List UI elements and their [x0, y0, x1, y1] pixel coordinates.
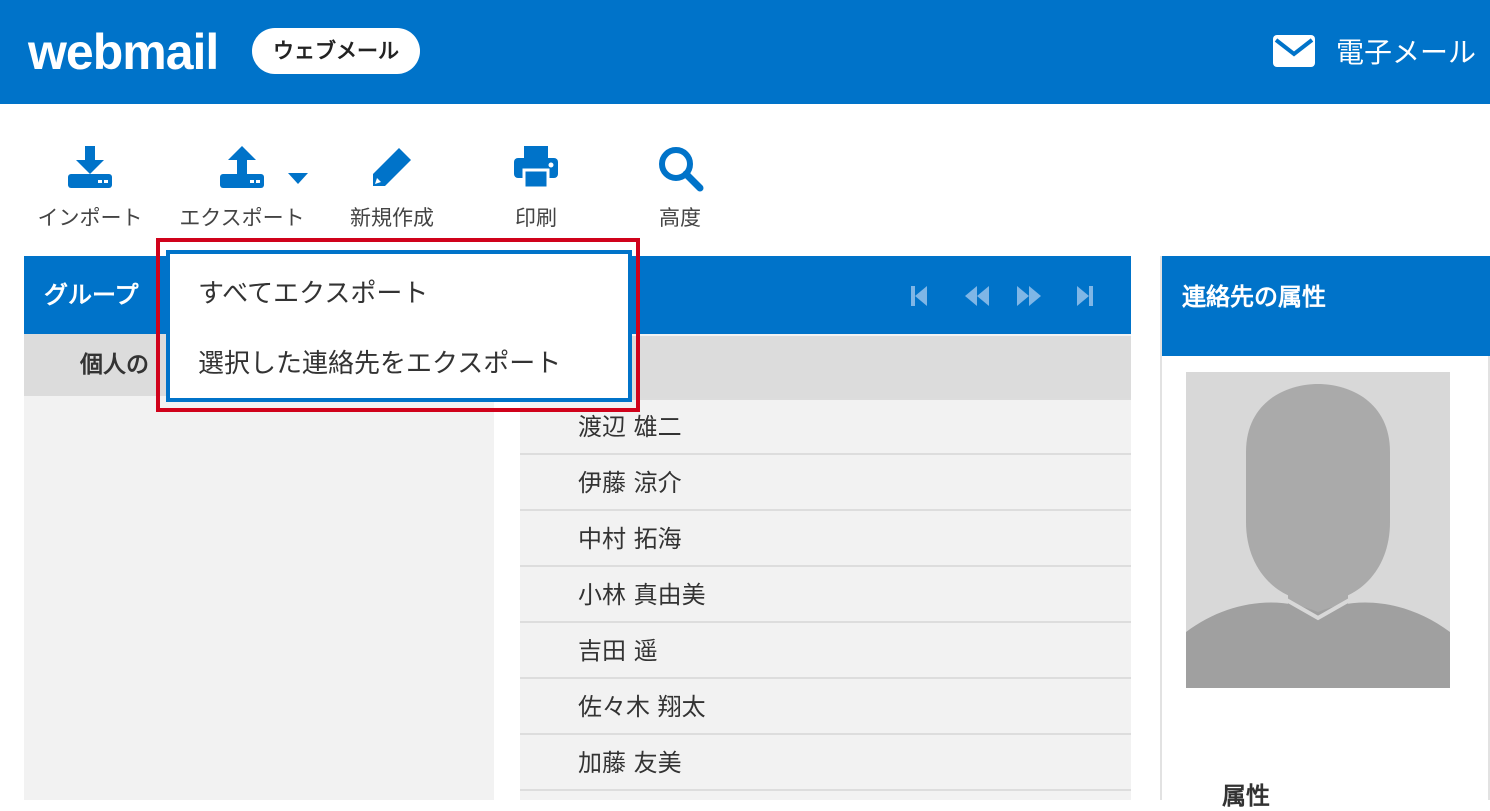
email-nav-label: 電子メール [1336, 36, 1477, 69]
pencil-icon [373, 148, 411, 186]
advanced-search-button[interactable]: 高度 [610, 140, 750, 240]
first-page-icon[interactable] [909, 284, 929, 314]
pager [909, 284, 1099, 308]
contact-row[interactable]: 小林 真由美 [520, 568, 1131, 623]
export-dropdown-caret-icon[interactable] [288, 173, 308, 184]
import-icon [68, 146, 112, 188]
contact-row[interactable]: 加藤 友美 [520, 736, 1131, 791]
menu-item-export-all[interactable]: すべてエクスポート [198, 276, 428, 312]
search-icon [659, 147, 704, 192]
print-label: 印刷 [515, 206, 557, 230]
contact-row[interactable]: 伊藤 涼介 [520, 456, 1131, 511]
contact-attributes-panel: 連絡先の属性 属性 [1160, 256, 1490, 810]
contact-row[interactable]: 佐々木 翔太 [520, 680, 1131, 735]
avatar [1186, 372, 1450, 688]
printer-icon [514, 146, 558, 190]
new-contact-button[interactable]: 新規作成 [322, 140, 462, 240]
export-label: エクスポート [179, 206, 305, 230]
logo-badge: ウェブメール [252, 28, 420, 74]
print-button[interactable]: 印刷 [466, 140, 606, 240]
attributes-title: 連絡先の属性 [1162, 256, 1490, 356]
contact-row[interactable]: 吉田 遥 [520, 624, 1131, 679]
previous-page-icon[interactable] [963, 284, 991, 314]
export-button[interactable]: エクスポート [172, 140, 312, 240]
menu-item-export-selected[interactable]: 選択した連絡先をエクスポート [198, 346, 561, 382]
app-header: webmail ウェブメール 電子メール [0, 0, 1490, 104]
avatar-placeholder-icon [1186, 384, 1450, 688]
export-dropdown-menu: すべてエクスポート 選択した連絡先をエクスポート [166, 250, 632, 402]
envelope-icon [1273, 35, 1315, 67]
new-contact-label: 新規作成 [350, 206, 434, 230]
contact-row[interactable]: 中村 拓海 [520, 512, 1131, 567]
export-icon [220, 146, 264, 188]
advanced-label: 高度 [659, 206, 701, 230]
logo-text: webmail [28, 24, 219, 80]
last-page-icon[interactable] [1075, 284, 1095, 314]
import-label: インポート [37, 206, 143, 230]
next-page-icon[interactable] [1015, 284, 1043, 314]
import-button[interactable]: インポート [20, 140, 160, 240]
attributes-section-label: 属性 [1222, 782, 1270, 810]
